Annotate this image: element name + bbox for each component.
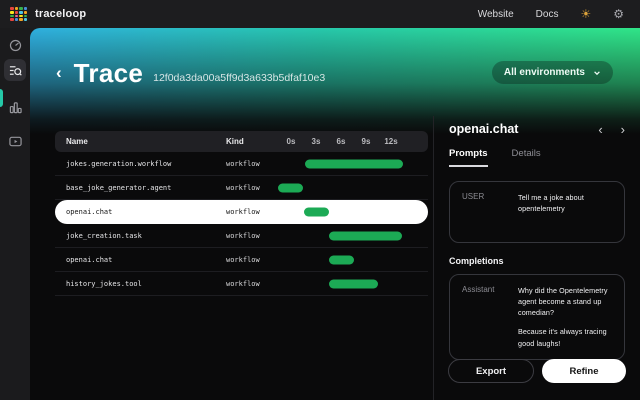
trace-span-table: Name Kind 0s 3s 6s 9s 12s jokes.generati… [55,131,428,296]
column-kind: Kind [226,137,273,146]
environment-selector-value: All environments [504,67,585,78]
prompt-role-label: USER [462,192,508,232]
table-row[interactable]: history_jokes.tool workflow [55,272,428,296]
span-detail-panel: openai.chat ‹ › Prompts Details USER Tel… [433,116,640,400]
prompt-message-box: USER Tell me a joke about opentelemetry [449,181,625,243]
topbar: traceloop Website Docs ☀ ⚙ [0,0,640,28]
span-kind: workflow [226,232,273,240]
completion-paragraph: Why did the Opentelemetry agent become a… [518,285,612,318]
environment-selector[interactable]: All environments [492,61,613,84]
span-name: openai.chat [55,256,226,264]
span-duration-track [273,272,403,295]
timeline-ticks: 0s 3s 6s 9s 12s [273,131,403,152]
span-kind: workflow [226,256,273,264]
prev-span-button[interactable]: ‹ [598,123,602,136]
completions-heading: Completions [449,256,625,266]
span-kind: workflow [226,184,273,192]
sidebar-item-playground[interactable] [4,130,26,152]
sun-icon[interactable]: ☀ [580,8,591,20]
traceloop-logo-icon[interactable] [10,7,27,21]
span-duration-bar [304,208,329,217]
span-duration-track [273,248,403,271]
span-kind: workflow [226,280,273,288]
tick-label: 3s [304,137,328,146]
table-row[interactable]: base_joke_generator.agent workflow [55,176,428,200]
tick-label: 6s [329,137,353,146]
table-row[interactable]: joke_creation.task workflow [55,224,428,248]
completion-text: Why did the Opentelemetry agent become a… [518,285,612,349]
completion-message-box: Assistant Why did the Opentelemetry agen… [449,274,625,360]
span-duration-bar [278,183,303,192]
span-duration-bar [329,279,378,288]
brand-name: traceloop [35,8,86,20]
tick-label: 12s [379,137,403,146]
span-kind: workflow [226,160,273,168]
table-row-selected[interactable]: openai.chat workflow [55,200,428,224]
table-header: Name Kind 0s 3s 6s 9s 12s [55,131,428,152]
span-duration-bar [305,159,403,168]
trace-id: 12f0da3da00a5ff9d3a633b5dfaf10e3 [153,72,325,84]
span-name: history_jokes.tool [55,280,226,288]
span-duration-bar [329,231,402,240]
main-content: ‹ Trace 12f0da3da00a5ff9d3a633b5dfaf10e3… [30,28,640,400]
span-kind: workflow [226,208,273,216]
completion-paragraph: Because it's always tracing good laughs! [518,326,612,348]
active-nav-indicator [0,89,3,107]
sidebar-item-traces[interactable] [4,59,26,81]
export-button[interactable]: Export [448,359,534,383]
span-name: base_joke_generator.agent [55,184,226,192]
tab-details[interactable]: Details [512,148,541,167]
sidebar-item-analytics[interactable] [4,96,26,118]
span-duration-track [273,152,403,175]
detail-tabs: Prompts Details [449,148,625,167]
refine-button[interactable]: Refine [542,359,626,383]
trace-search-icon [9,64,22,77]
tab-prompts[interactable]: Prompts [449,148,488,167]
back-button[interactable]: ‹ [56,63,62,83]
span-duration-track [273,200,403,224]
span-duration-track [273,176,403,199]
chart-icon [9,101,22,114]
gear-icon[interactable]: ⚙ [613,8,624,20]
tick-label: 9s [354,137,378,146]
column-name: Name [55,137,226,146]
prompt-text: Tell me a joke about opentelemetry [518,192,612,232]
table-row[interactable]: jokes.generation.workflow workflow [55,152,428,176]
span-detail-title: openai.chat [449,122,518,136]
span-name: jokes.generation.workflow [55,160,226,168]
span-duration-bar [329,255,354,264]
sidebar [0,28,30,400]
nav-website-link[interactable]: Website [478,9,514,20]
gauge-icon [9,39,22,52]
topnav: Website Docs ☀ ⚙ [478,8,624,20]
span-duration-track [273,224,403,247]
next-span-button[interactable]: › [621,123,625,136]
sidebar-item-dashboard[interactable] [4,34,26,56]
tick-label: 0s [279,137,303,146]
span-name: joke_creation.task [55,232,226,240]
span-name: openai.chat [55,208,226,216]
player-icon [9,135,22,148]
nav-docs-link[interactable]: Docs [536,9,559,20]
table-row[interactable]: openai.chat workflow [55,248,428,272]
page-title: Trace [74,58,143,89]
chevron-down-icon [593,69,601,77]
completion-role-label: Assistant [462,285,508,349]
